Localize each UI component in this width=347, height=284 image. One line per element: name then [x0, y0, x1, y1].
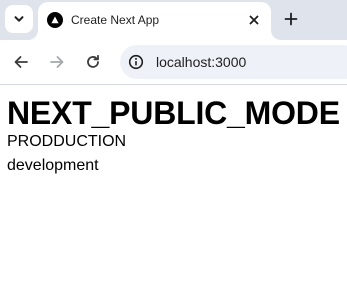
mode-value-line: development — [7, 157, 99, 174]
chevron-down-icon — [14, 16, 24, 22]
site-info-icon — [128, 54, 144, 70]
browser-toolbar: localhost:3000 — [0, 40, 347, 85]
back-arrow-icon — [14, 56, 28, 68]
tab-title: Create Next App — [71, 13, 160, 27]
url-text[interactable]: localhost:3000 — [156, 54, 246, 70]
close-icon — [249, 15, 259, 25]
nextjs-logo-icon — [47, 12, 63, 28]
page-content: NEXT_PUBLIC_MODE PRODDUCTION development — [0, 85, 347, 284]
reload-button[interactable] — [81, 50, 105, 74]
back-button[interactable] — [9, 50, 33, 74]
tab-search-button[interactable] — [5, 5, 33, 33]
forward-button[interactable] — [45, 50, 69, 74]
tab-close-button[interactable] — [244, 10, 264, 30]
address-bar[interactable]: localhost:3000 — [120, 45, 347, 79]
plus-icon — [284, 12, 298, 26]
page-heading: NEXT_PUBLIC_MODE — [7, 95, 340, 131]
mode-value-line: PRODDUCTION — [7, 133, 127, 150]
tab-strip: Create Next App — [0, 0, 347, 40]
browser-tab[interactable]: Create Next App — [38, 2, 271, 40]
new-tab-button[interactable] — [279, 7, 303, 31]
reload-icon — [87, 54, 99, 68]
site-info-button[interactable] — [126, 52, 146, 72]
forward-arrow-icon — [50, 56, 64, 68]
